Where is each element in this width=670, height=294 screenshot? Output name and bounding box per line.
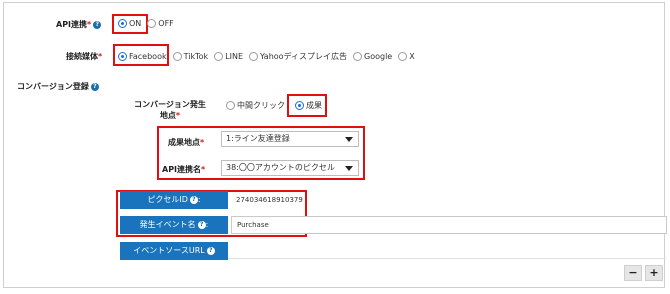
api-name-select[interactable]: 38:〇〇アカウントのピクセル xyxy=(221,160,359,176)
radio-icon[interactable] xyxy=(226,101,235,110)
radio-icon[interactable] xyxy=(249,52,259,61)
pixel-id-input[interactable]: 274034618910379 xyxy=(231,192,303,209)
pixel-id-label: ピクセルID?: xyxy=(120,191,228,209)
media-tiktok-option[interactable]: TikTok xyxy=(172,52,208,61)
help-icon[interactable]: ? xyxy=(90,82,99,91)
radio-selected-icon[interactable] xyxy=(118,19,127,28)
media-google-option[interactable]: Google xyxy=(353,52,392,61)
api-link-on-option[interactable]: ON xyxy=(118,19,141,28)
help-icon[interactable]: ? xyxy=(206,246,215,255)
api-name-label: API連携名* xyxy=(162,165,206,174)
add-button[interactable]: + xyxy=(645,265,663,281)
media-yahoo-option[interactable]: Yahooディスプレイ広告 xyxy=(249,51,347,62)
media-radio-group: Facebook TikTok LINE Yahooディスプレイ広告 Googl… xyxy=(118,51,421,62)
caret-down-icon xyxy=(345,166,353,171)
conversion-point-click-option[interactable]: 中間クリック xyxy=(226,100,285,111)
radio-icon[interactable] xyxy=(172,52,182,61)
api-link-label: API連携*? xyxy=(56,19,102,30)
radio-icon[interactable] xyxy=(398,52,408,61)
conversion-section-label: コンバージョン登録? xyxy=(17,81,99,92)
remove-button[interactable]: − xyxy=(624,265,642,281)
radio-icon[interactable] xyxy=(214,52,224,61)
result-point-select[interactable]: 1:ライン友達登録 xyxy=(221,131,359,147)
result-point-label: 成果地点* xyxy=(168,138,205,147)
media-line-option[interactable]: LINE xyxy=(214,52,243,61)
radio-icon[interactable] xyxy=(147,19,157,28)
help-icon[interactable]: ? xyxy=(189,195,198,204)
radio-selected-icon[interactable] xyxy=(118,52,127,61)
media-label: 接続媒体* xyxy=(66,52,103,61)
conversion-point-label: コンバージョン発生 地点* xyxy=(134,100,206,120)
conversion-point-result-option[interactable]: 成果 xyxy=(295,100,322,111)
form-panel: API連携*? ON OFF 接続媒体* Facebook TikTok LIN… xyxy=(3,2,667,288)
radio-icon[interactable] xyxy=(353,52,363,61)
divider xyxy=(228,258,666,259)
event-name-input[interactable]: Purchase xyxy=(231,216,667,234)
help-icon[interactable]: ? xyxy=(93,20,102,29)
media-x-option[interactable]: X xyxy=(398,52,415,61)
radio-selected-icon[interactable] xyxy=(295,101,304,110)
event-name-label: 発生イベント名?: xyxy=(120,216,228,234)
event-source-url-label: イベントソースURL? xyxy=(120,242,228,260)
help-icon[interactable]: ? xyxy=(197,220,206,229)
caret-down-icon xyxy=(345,137,353,142)
api-link-radio-group: ON OFF xyxy=(118,19,180,28)
media-facebook-option[interactable]: Facebook xyxy=(118,52,167,61)
conversion-point-radio-group: 中間クリック 成果 xyxy=(226,100,328,111)
api-link-off-option[interactable]: OFF xyxy=(147,19,174,28)
